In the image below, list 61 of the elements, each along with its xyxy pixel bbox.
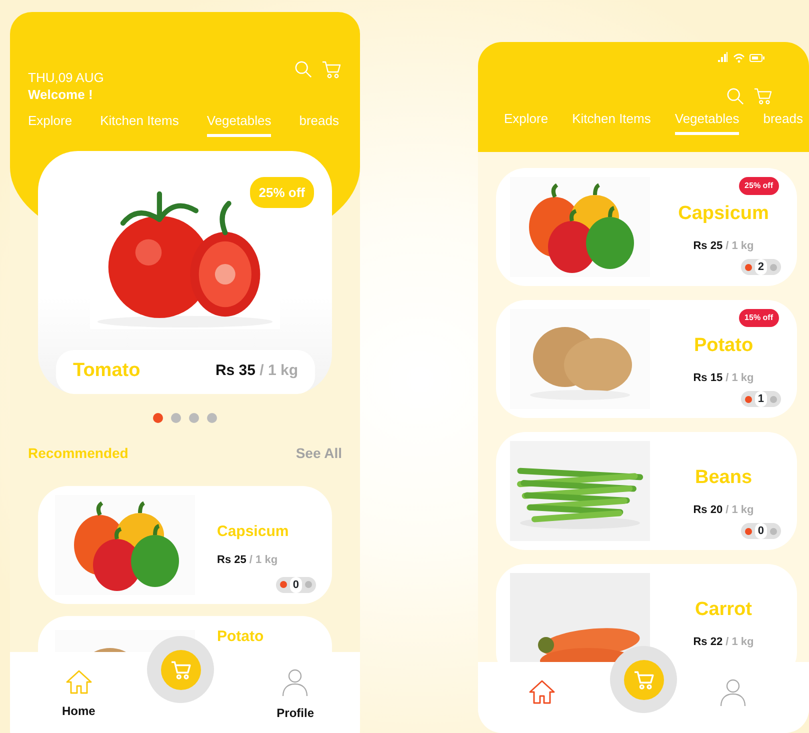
quantity-count: 1 (754, 391, 767, 407)
date-text: THU,09 AUG (28, 70, 104, 86)
search-icon[interactable] (294, 60, 313, 79)
profile-icon (281, 668, 310, 698)
carousel-dot[interactable] (189, 412, 199, 422)
category-tab[interactable]: Explore (28, 111, 72, 136)
price-text: Rs 35 / 1 kg (215, 361, 298, 382)
see-all-link[interactable]: See All (296, 442, 342, 464)
cart-icon (168, 660, 192, 680)
quantity-count: 0 (290, 576, 302, 592)
product-name: Tomato (73, 359, 140, 384)
remove-button[interactable] (305, 581, 312, 588)
signal-icon (717, 52, 729, 63)
category-tab[interactable]: Kitchen Items (100, 111, 179, 136)
category-tab[interactable]: breads (763, 109, 803, 134)
price-text: Rs 20 / 1 kg (693, 503, 754, 518)
home-nav-button[interactable]: Home (62, 668, 96, 720)
wifi-icon (733, 52, 745, 62)
profile-nav-button[interactable] (719, 678, 747, 708)
discount-badge: 15% off (738, 309, 779, 327)
profile-nav-button[interactable]: Profile (276, 668, 314, 722)
carousel-dot[interactable] (207, 412, 217, 422)
quantity-count: 2 (754, 259, 767, 275)
quantity-count: 0 (754, 523, 767, 539)
add-button[interactable] (280, 581, 287, 588)
add-button[interactable] (744, 528, 752, 534)
price-text: Rs 15 / 1 kg (693, 371, 754, 386)
section-title: Recommended (28, 444, 128, 462)
product-name: Carrot (694, 598, 752, 622)
profile-icon (719, 678, 747, 708)
price-text: Rs 22 / 1 kg (693, 635, 754, 650)
home-icon (528, 678, 556, 706)
price-text: Rs 25 / 1 kg (693, 239, 754, 254)
battery-icon (749, 52, 765, 62)
product-name: Beans (694, 466, 752, 490)
add-button[interactable] (744, 396, 752, 402)
greeting-text: Welcome ! (28, 86, 94, 103)
carousel-dot[interactable] (153, 412, 163, 422)
product-name: Capsicum (678, 202, 769, 226)
price-text: Rs 25 / 1 kg (217, 553, 278, 568)
add-button[interactable] (744, 264, 752, 270)
carousel-dot[interactable] (171, 412, 181, 422)
search-icon[interactable] (726, 87, 745, 106)
home-nav-button[interactable] (528, 678, 556, 706)
home-icon (64, 668, 93, 696)
category-tab[interactable]: Explore (504, 109, 548, 134)
category-tab[interactable]: breads (299, 111, 339, 136)
remove-button[interactable] (770, 264, 777, 270)
category-tab[interactable]: Vegetables (674, 109, 740, 134)
discount-badge: 25% off (250, 176, 314, 208)
category-tab[interactable]: Kitchen Items (572, 109, 651, 134)
product-name: Potato (694, 334, 754, 358)
remove-button[interactable] (770, 396, 777, 402)
remove-button[interactable] (770, 528, 777, 534)
product-name: Capsicum (217, 522, 289, 542)
cart-icon[interactable] (753, 87, 773, 105)
discount-badge: 25% off (738, 177, 779, 195)
cart-icon (632, 670, 656, 690)
product-name: Potato (217, 626, 264, 646)
cart-icon[interactable] (321, 60, 342, 79)
category-tab[interactable]: Vegetables (206, 111, 272, 136)
